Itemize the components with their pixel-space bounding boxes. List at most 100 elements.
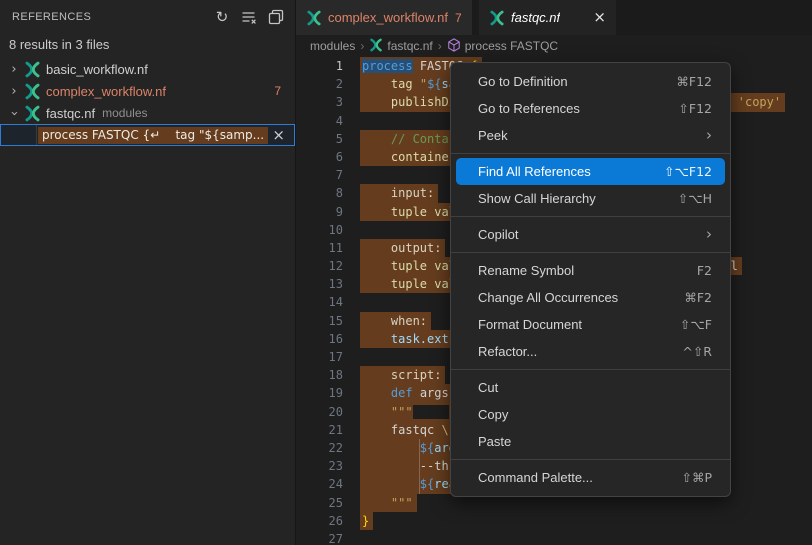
clear-results-icon[interactable] <box>240 8 258 26</box>
line-number: 1 <box>296 57 343 75</box>
line-number: 6 <box>296 148 343 166</box>
tab-bar: complex_workflow.nf 7 fastqc.nf × <box>296 0 812 35</box>
submenu-chevron-icon: › <box>706 128 712 143</box>
line-number: 16 <box>296 330 343 348</box>
breadcrumb-label: fastqc.nf <box>387 39 432 53</box>
close-icon[interactable]: × <box>593 10 606 25</box>
menu-separator <box>451 459 730 460</box>
menu-item-shortcut: ⇧⌥F12 <box>664 164 712 179</box>
menu-item-label: Rename Symbol <box>478 263 697 278</box>
tab-label: complex_workflow.nf <box>328 10 448 25</box>
indent-guide <box>419 439 420 457</box>
breadcrumb: modules›fastqc.nf›process FASTQC <box>296 35 812 57</box>
menu-item-go-to-definition[interactable]: Go to Definition⌘F12 <box>451 68 730 95</box>
menu-item-command-palette[interactable]: Command Palette...⇧⌘P <box>451 464 730 491</box>
file-name: complex_workflow.nf <box>46 84 166 99</box>
chevron-collapsed-icon[interactable]: › <box>6 62 22 77</box>
menu-item-copilot[interactable]: Copilot› <box>451 221 730 248</box>
nextflow-file-icon <box>22 83 42 100</box>
line-number: 19 <box>296 384 343 402</box>
menu-item-label: Copilot <box>478 227 706 242</box>
line-number: 9 <box>296 203 343 221</box>
line-number: 25 <box>296 494 343 512</box>
line-number: 2 <box>296 75 343 93</box>
menu-item-label: Find All References <box>478 164 664 179</box>
menu-item-shortcut: ⇧⌥F <box>680 317 712 332</box>
line-number: 22 <box>296 439 343 457</box>
menu-item-cut[interactable]: Cut <box>451 374 730 401</box>
chevron-expanded-icon[interactable]: › <box>7 105 22 121</box>
nextflow-file-icon <box>369 38 383 55</box>
menu-item-format-document[interactable]: Format Document⇧⌥F <box>451 311 730 338</box>
line-number: 26 <box>296 512 343 530</box>
code-line: 26} <box>296 512 812 530</box>
close-icon[interactable]: × <box>272 125 285 145</box>
menu-item-find-all-references[interactable]: Find All References⇧⌥F12 <box>456 158 725 185</box>
menu-item-refactor[interactable]: Refactor...^⇧R <box>451 338 730 365</box>
line-number: 10 <box>296 221 343 239</box>
refresh-icon[interactable]: ↻ <box>213 8 231 26</box>
tab-fastqc-nf[interactable]: fastqc.nf × <box>479 0 616 35</box>
line-number: 15 <box>296 312 343 330</box>
tab-dirty-count: 7 <box>455 11 462 25</box>
menu-item-shortcut: ⌘F2 <box>684 290 712 305</box>
line-number: 24 <box>296 475 343 493</box>
menu-item-label: Paste <box>478 434 712 449</box>
menu-separator <box>451 252 730 253</box>
menu-separator <box>451 369 730 370</box>
sidebar-file-row[interactable]: ›complex_workflow.nf7 <box>0 80 295 102</box>
indent-guide <box>419 457 420 475</box>
collapse-all-icon[interactable] <box>267 8 285 26</box>
line-number: 8 <box>296 184 343 202</box>
indent-guide <box>419 475 420 493</box>
panel-title: REFERENCES <box>12 11 213 23</box>
file-name: fastqc.nf <box>46 106 95 121</box>
menu-item-show-call-hierarchy[interactable]: Show Call Hierarchy⇧⌥H <box>451 185 730 212</box>
menu-item-go-to-references[interactable]: Go to References⇧F12 <box>451 95 730 122</box>
sidebar-file-row[interactable]: › fastqc.nf modules <box>0 102 295 124</box>
sidebar-file-row[interactable]: ›basic_workflow.nf <box>0 58 295 80</box>
menu-item-label: Show Call Hierarchy <box>478 191 678 206</box>
breadcrumb-separator-icon: › <box>360 39 364 53</box>
menu-item-label: Go to Definition <box>478 74 676 89</box>
menu-item-label: Copy <box>478 407 712 422</box>
breadcrumb-item[interactable]: modules <box>310 39 355 53</box>
tab-label: fastqc.nf <box>511 10 560 25</box>
tab-complex_workflow-nf[interactable]: complex_workflow.nf 7 <box>296 0 472 35</box>
code-text: } <box>360 512 373 530</box>
nextflow-file-icon <box>22 105 42 122</box>
line-number: 18 <box>296 366 343 384</box>
vscode-window: REFERENCES ↻ 8 results in 3 files ›basic… <box>0 0 812 545</box>
file-description: modules <box>102 106 147 120</box>
line-number: 14 <box>296 293 343 311</box>
results-summary: 8 results in 3 files <box>0 34 295 58</box>
editor-group: complex_workflow.nf 7 fastqc.nf × modules › f… <box>296 0 812 545</box>
reference-result-item[interactable]: process FASTQC {↵ tag "${samp...× <box>0 124 295 146</box>
menu-item-shortcut: ⇧F12 <box>678 101 712 116</box>
menu-item-paste[interactable]: Paste <box>451 428 730 455</box>
nextflow-file-icon <box>489 10 511 26</box>
nextflow-file-icon <box>306 10 328 26</box>
references-panel: REFERENCES ↻ 8 results in 3 files ›basic… <box>0 0 296 545</box>
menu-item-label: Peek <box>478 128 706 143</box>
breadcrumb-item[interactable]: fastqc.nf <box>369 38 432 55</box>
line-number: 11 <box>296 239 343 257</box>
menu-item-shortcut: F2 <box>697 263 712 278</box>
breadcrumb-item[interactable]: process FASTQC <box>447 38 558 55</box>
code-text: """ <box>360 494 417 512</box>
line-number: 27 <box>296 530 343 545</box>
menu-item-peek[interactable]: Peek› <box>451 122 730 149</box>
line-number: 7 <box>296 166 343 184</box>
menu-item-rename-symbol[interactable]: Rename SymbolF2 <box>451 257 730 284</box>
chevron-collapsed-icon[interactable]: › <box>6 84 22 99</box>
breadcrumb-label: process FASTQC <box>465 39 558 53</box>
menu-item-label: Cut <box>478 380 712 395</box>
code-text: output: <box>360 239 445 257</box>
menu-item-label: Refactor... <box>478 344 682 359</box>
line-number: 5 <box>296 130 343 148</box>
menu-item-copy[interactable]: Copy <box>451 401 730 428</box>
menu-item-shortcut: ⇧⌥H <box>678 191 712 206</box>
code-text: when: <box>360 312 431 330</box>
menu-item-change-all-occurrences[interactable]: Change All Occurrences⌘F2 <box>451 284 730 311</box>
menu-item-shortcut: ^⇧R <box>682 344 712 359</box>
